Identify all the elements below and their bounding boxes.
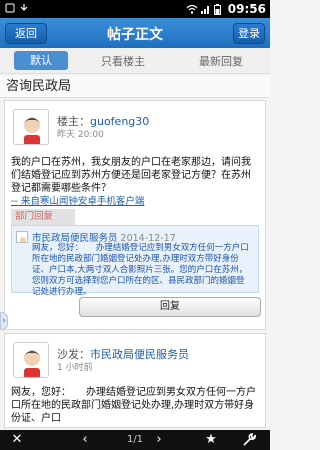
prev-page-icon[interactable]: ‹ xyxy=(74,430,96,450)
download-icon xyxy=(19,3,29,13)
chevron-right-icon: › xyxy=(2,316,6,326)
next-page-icon[interactable]: › xyxy=(148,430,170,450)
first-page-icon[interactable]: ✕ xyxy=(6,430,28,450)
post-card: 楼主：guofeng30 昨天 20:00 我的户口在苏州，我女朋友的户口在老家… xyxy=(4,100,266,330)
tab-default[interactable]: 默认 xyxy=(14,51,68,70)
avatar[interactable] xyxy=(13,342,49,378)
bottom-toolbar: ✕ ‹ 1/1 › ★ xyxy=(0,430,270,450)
notification-icon xyxy=(5,3,15,13)
post-time: 1 小时前 xyxy=(57,363,93,373)
title-bar: 返回 帖子正文 登录 xyxy=(0,18,270,48)
clock: 09:56 xyxy=(227,2,266,16)
post-content: 网友，您好： 办理结婚登记应到男女双方任何一方户口所在地的民政部门婚姻登记处办理… xyxy=(11,387,256,424)
signal-icon xyxy=(200,4,210,14)
reply-author: 市民政局便民服务员 2014-12-17 xyxy=(32,230,176,244)
page-title: 帖子正文 xyxy=(107,27,163,43)
default-avatar-icon xyxy=(14,343,48,377)
author-name[interactable]: 市民政局便民服务员 xyxy=(90,348,189,361)
default-avatar-icon xyxy=(14,110,48,144)
filter-tabs: 默认 只看楼主 最新回复 xyxy=(0,48,270,74)
department-reply-label: 部门回复 xyxy=(11,209,75,225)
reply-button[interactable]: 回复 xyxy=(79,297,261,317)
page-indicator: 1/1 xyxy=(126,434,144,445)
default-avatar-icon xyxy=(20,237,26,242)
reply-avatar xyxy=(16,231,28,243)
tab-author-only[interactable]: 只看楼主 xyxy=(74,53,172,69)
tab-latest-reply[interactable]: 最新回复 xyxy=(172,53,270,69)
battery-icon xyxy=(213,4,224,15)
post-content: 我的户口在苏州，我女朋友的户口在老家那边，请问我们结婚登记应到苏州方便还是回老家… xyxy=(11,157,251,194)
department-reply-box: 市民政局便民服务员 2014-12-17 网友，您好： 办理结婚登记应到男女双方… xyxy=(11,225,259,297)
tools-icon[interactable] xyxy=(238,430,260,450)
avatar[interactable] xyxy=(13,109,49,145)
favorite-star-icon[interactable]: ★ xyxy=(200,430,222,450)
side-panel-toggle[interactable]: › xyxy=(0,312,8,330)
post-time: 昨天 20:00 xyxy=(57,130,104,140)
post-card: 沙发：市民政局便民服务员 1 小时前 网友，您好： 办理结婚登记应到男女双方任何… xyxy=(4,333,266,428)
status-bar: 09:56 xyxy=(0,0,270,18)
login-button[interactable]: 登录 xyxy=(233,23,265,44)
thread-title: 咨询民政局 xyxy=(0,76,270,98)
reply-content: 网友，您好： 办理结婚登记应到男女双方任何一方户口所在地的民政部门婚姻登记处办理… xyxy=(32,243,249,297)
client-link[interactable]: -- 来自寒山闻钟安卓手机客户端 xyxy=(11,193,144,207)
wifi-icon xyxy=(186,4,198,14)
